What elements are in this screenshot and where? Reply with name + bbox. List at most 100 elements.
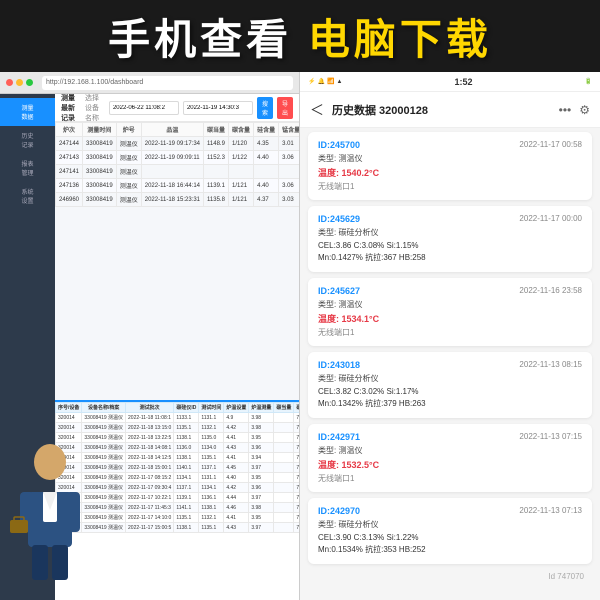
spreadsheet-cell: 1131.1 — [199, 473, 224, 483]
history-card[interactable]: ID:2429702022-11-13 07:13类型: 碳硅分析仪CEL:3.… — [308, 498, 592, 564]
person-svg — [0, 440, 100, 600]
spreadsheet-cell: 1140.1 — [174, 463, 199, 473]
browser-max-dot[interactable] — [26, 79, 33, 86]
table-cell: 测温仪 — [116, 179, 141, 193]
spreadsheet-cell: 2022-11-18 14:12:5 — [126, 453, 174, 463]
table-cell: 1135.8 — [204, 193, 229, 207]
toolbar-title: 测量最新记录 — [61, 94, 81, 123]
spreadsheet-cell: 2022-11-17 11:45:3 — [126, 503, 174, 513]
history-record-type: 类型: 测温仪 — [318, 299, 582, 310]
history-record-time: 2022-11-13 08:15 — [519, 360, 582, 369]
menu-icon[interactable]: ••• — [559, 103, 572, 117]
footer-id: Id 747070 — [308, 570, 592, 583]
history-record-id: ID:245700 — [318, 140, 360, 150]
history-record-time: 2022-11-17 00:00 — [519, 214, 582, 223]
banner-part2: 电脑下载 — [308, 16, 492, 63]
table-cell: 3.06 — [279, 179, 299, 193]
settings-icon[interactable]: ⚙ — [579, 103, 590, 117]
history-card[interactable]: ID:2456292022-11-17 00:00类型: 碳硅分析仪CEL:3.… — [308, 206, 592, 272]
spreadsheet-cell: 1137.1 — [174, 483, 199, 493]
spreadsheet-cell: 1136.1 — [199, 493, 224, 503]
spreadsheet-cell: 1138.1 — [174, 433, 199, 443]
date-to-input[interactable] — [183, 101, 253, 115]
spreadsheet-cell: 4.45 — [224, 463, 249, 473]
banner-text: 手机查看 电脑下载 — [108, 6, 492, 67]
table-cell: 测温仪 — [116, 193, 141, 207]
search-button[interactable]: 搜索 — [257, 97, 273, 119]
spreadsheet-cell: 2022-11-18 14:08:1 — [126, 443, 174, 453]
sidebar-item-measure[interactable]: 测量数据 — [0, 98, 55, 126]
table-row: 24696033008419测温仪2022-11-18 15:23:311135… — [56, 193, 300, 207]
back-button[interactable]: ＜ — [310, 100, 324, 120]
history-card[interactable]: ID:2430182022-11-13 08:15类型: 碳硅分析仪CEL:3.… — [308, 352, 592, 418]
spreadsheet-cell: 4.41 — [224, 453, 249, 463]
spreadsheet-cell: 3.95 — [249, 513, 274, 523]
history-record-port: 无线端口1 — [318, 473, 582, 484]
table-cell: 测温仪 — [116, 151, 141, 165]
history-card[interactable]: ID:2429712022-11-13 07:15类型: 测温仪温度: 1532… — [308, 424, 592, 492]
table-cell: 4.40 — [254, 151, 279, 165]
upper-table-wrap: 炉次测量时间炉号品温碳当量碳含量硅含量锰含量氧化铁流动性测试炉口测试监测操作 2… — [55, 122, 299, 232]
table-cell: 1/121 — [229, 193, 254, 207]
spreadsheet-cell — [274, 423, 294, 433]
browser-url[interactable]: http://192.168.1.100/dashboard — [42, 76, 293, 90]
table-cell: 1/122 — [229, 151, 254, 165]
spreadsheet-cell: 1132.1 — [199, 513, 224, 523]
spreadsheet-cell: 3.95 — [249, 433, 274, 443]
history-card[interactable]: ID:2457002022-11-17 00:58类型: 测温仪温度: 1540… — [308, 132, 592, 200]
spreadsheet-cell: 2022-11-17 09:30:4 — [126, 483, 174, 493]
spreadsheet-cell: 3.96 — [249, 443, 274, 453]
sidebar-item-report[interactable]: 报表管理 — [0, 154, 55, 182]
history-record-id: ID:243018 — [318, 360, 360, 370]
records-table: 炉次测量时间炉号品温碳当量碳含量硅含量锰含量氧化铁流动性测试炉口测试监测操作 2… — [55, 122, 299, 207]
browser-bar: http://192.168.1.100/dashboard — [0, 72, 299, 94]
spreadsheet-cell: 1141.1 — [174, 503, 199, 513]
spreadsheet-cell: 3.97 — [249, 523, 274, 533]
table-cell: 4.37 — [254, 193, 279, 207]
export-button[interactable]: 导出 — [277, 97, 293, 119]
spreadsheet-cell: 2022-11-18 11:08:1 — [126, 413, 174, 423]
history-record-type: 类型: 测温仪 — [318, 153, 582, 164]
table-cell: 2022-11-18 15:23:31 — [141, 193, 203, 207]
pc-toolbar: 测量最新记录 选择设备名称 搜索 导出 — [55, 94, 299, 122]
spreadsheet-cell: 3.98 — [249, 503, 274, 513]
sidebar-item-settings[interactable]: 系统设置 — [0, 182, 55, 210]
table-cell: 1148.9 — [204, 137, 229, 151]
table-cell: 33008419 — [83, 165, 117, 179]
spreadsheet-cell: 700 — [294, 413, 299, 423]
browser-close-dot[interactable] — [6, 79, 13, 86]
spreadsheet-cell — [274, 513, 294, 523]
status-left-icons: ⚡ 🔔 📶 ▲ — [308, 78, 342, 85]
table-cell: 247143 — [56, 151, 83, 165]
table-cell: 测温仪 — [116, 165, 141, 179]
browser-min-dot[interactable] — [16, 79, 23, 86]
spreadsheet-cell: 1134.1 — [199, 483, 224, 493]
spreadsheet-cell: 1135.1 — [174, 513, 199, 523]
table-cell: 3.06 — [279, 151, 299, 165]
spreadsheet-cell: 700 — [294, 453, 299, 463]
status-right-icons: 🔋 — [585, 78, 592, 85]
table-cell: 2022-11-18 16:44:14 — [141, 179, 203, 193]
spreadsheet-cell: 1131.1 — [199, 413, 224, 423]
sidebar-item-history[interactable]: 历史记录 — [0, 126, 55, 154]
spreadsheet-cell: 1134.1 — [174, 473, 199, 483]
spreadsheet-cell — [274, 413, 294, 423]
history-record-time: 2022-11-17 00:58 — [519, 140, 582, 149]
spreadsheet-cell: 4.40 — [224, 473, 249, 483]
spreadsheet-cell: 33008419 测温仪 — [82, 423, 126, 433]
history-card[interactable]: ID:2456272022-11-16 23:58类型: 测温仪温度: 1534… — [308, 278, 592, 346]
top-banner: 手机查看 电脑下载 — [0, 0, 600, 72]
date-from-input[interactable] — [109, 101, 179, 115]
spreadsheet-cell — [274, 443, 294, 453]
banner-part1: 手机查看 — [108, 16, 308, 63]
spreadsheet-cell: 2022-11-17 10:22:1 — [126, 493, 174, 503]
table-header-row: 炉次测量时间炉号品温碳当量碳含量硅含量锰含量氧化铁流动性测试炉口测试监测操作 — [56, 123, 300, 137]
table-row: 24714133008419测温仪1307.8详情 — [56, 165, 300, 179]
spreadsheet-cell: 33008419 测温仪 — [82, 413, 126, 423]
table-cell — [204, 165, 229, 179]
table-cell: 4.40 — [254, 179, 279, 193]
table-cell: 246960 — [56, 193, 83, 207]
spreadsheet-cell: 320014 — [56, 423, 82, 433]
pc-panel: http://192.168.1.100/dashboard 测量数据 历史记录… — [0, 72, 300, 600]
table-cell: 247136 — [56, 179, 83, 193]
